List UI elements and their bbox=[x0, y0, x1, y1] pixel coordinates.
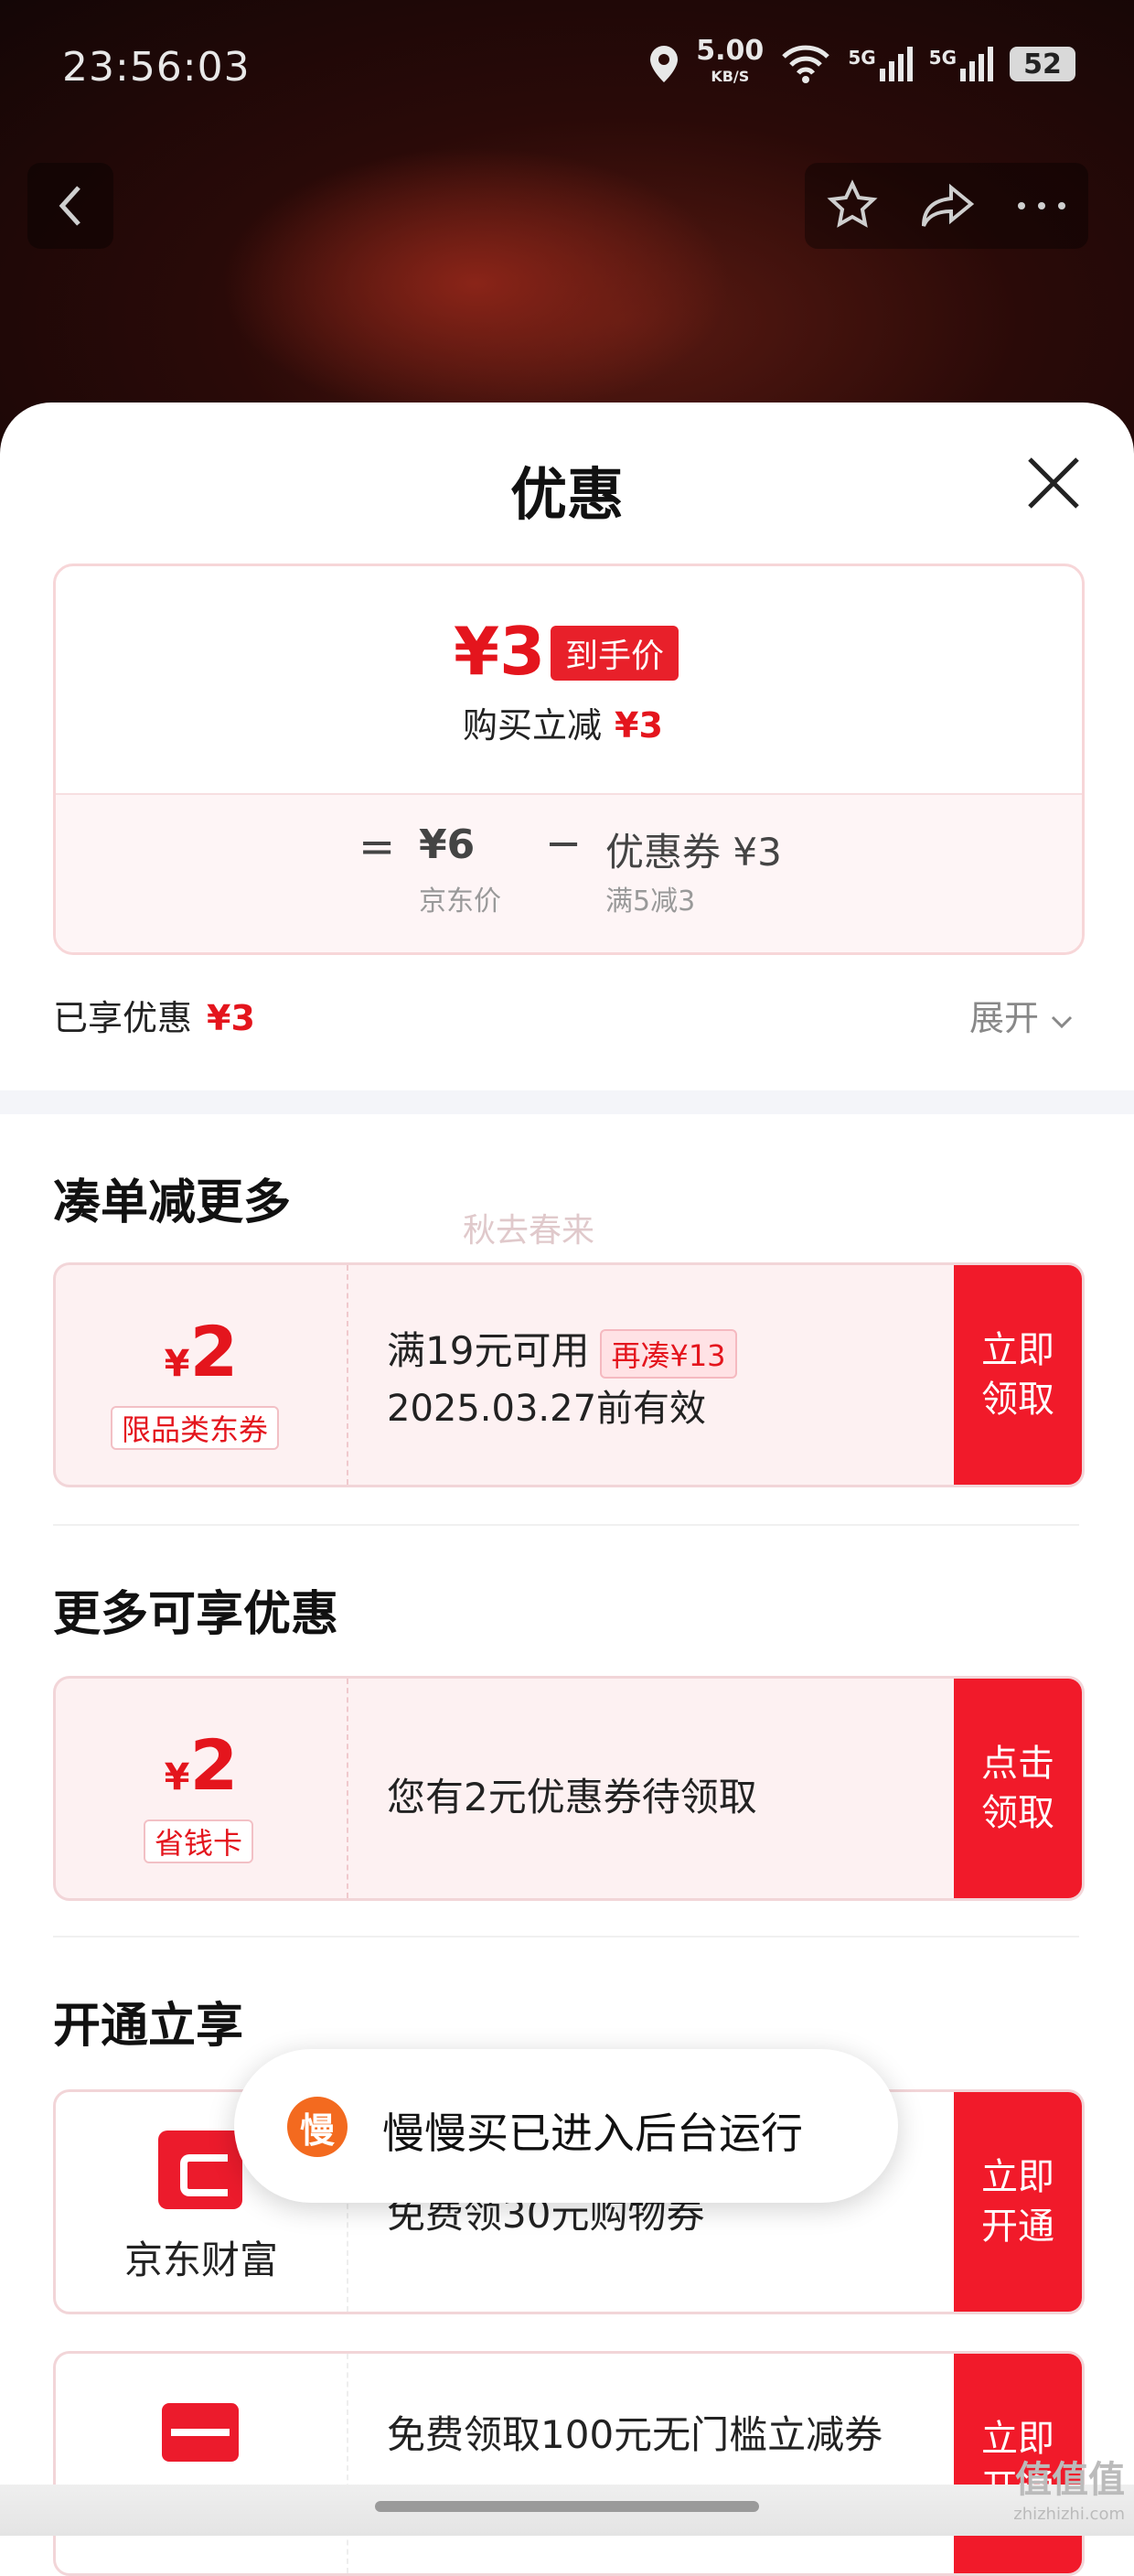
activate-now-button[interactable]: 立即开通 bbox=[954, 2092, 1082, 2312]
signal-icon: 5G bbox=[929, 47, 993, 81]
activate-row-card: 免费领取100元无门槛立减券 立即开通 bbox=[53, 2351, 1085, 2576]
activate-description: 免费领取100元无门槛立减券 bbox=[387, 2412, 883, 2457]
close-icon[interactable] bbox=[1022, 452, 1085, 514]
coupon-type-badge: 限品类东券 bbox=[111, 1406, 280, 1450]
wifi-icon bbox=[782, 45, 830, 83]
section-title-activate: 开通立享 bbox=[53, 1999, 244, 2054]
coupon-price: 优惠券 ¥3 bbox=[605, 830, 782, 875]
minus-sign: − bbox=[545, 818, 583, 869]
jd-finance-name: 京东财富 bbox=[123, 2238, 278, 2282]
toast-message: 慢慢买已进入后台运行 bbox=[382, 2109, 803, 2158]
jd-price-label: 京东价 bbox=[419, 886, 501, 918]
more-icon[interactable] bbox=[1016, 199, 1067, 212]
price-breakdown-card bbox=[53, 564, 1085, 955]
expand-button[interactable]: 展开 bbox=[969, 990, 1074, 1040]
coupon-row-bundle: ¥2 限品类东券 满19元可用 再凑¥13 2025.03.27前有效 立即领取 bbox=[53, 1262, 1085, 1487]
status-time: 23:56:03 bbox=[62, 44, 251, 91]
equals-sign: = bbox=[358, 821, 396, 873]
jd-finance-icon bbox=[158, 2131, 242, 2209]
coupon-amount: ¥2 bbox=[164, 1724, 239, 1806]
net-speed: 5.00 KB/S bbox=[696, 35, 765, 86]
site-watermark: 值值值 zhizhizhi.com bbox=[1013, 2459, 1125, 2524]
credit-card-icon bbox=[162, 2403, 239, 2462]
status-bar: 23:56:03 5.00 KB/S 5G 5G 52 bbox=[0, 0, 1134, 128]
battery-indicator: 52 bbox=[1010, 47, 1075, 81]
chevron-down-icon bbox=[1052, 1015, 1073, 1029]
status-icons: 5.00 KB/S 5G 5G 52 bbox=[648, 37, 1075, 91]
coupon-description: 您有2元优惠券待领取 bbox=[387, 1775, 757, 1819]
share-icon[interactable] bbox=[920, 182, 975, 230]
final-price: ¥3 bbox=[454, 613, 546, 690]
signal-icon: 5G bbox=[848, 47, 913, 81]
coupon-type-badge: 省钱卡 bbox=[144, 1819, 254, 1863]
top-action-group bbox=[805, 163, 1088, 249]
section-divider bbox=[0, 1090, 1134, 1114]
instant-discount: 购买立减 ¥3 bbox=[463, 705, 663, 746]
click-claim-button[interactable]: 点击领取 bbox=[954, 1679, 1082, 1898]
coupon-expiry: 2025.03.27前有效 bbox=[387, 1388, 707, 1430]
jd-price: ¥6 bbox=[419, 821, 476, 868]
divider-line bbox=[53, 1936, 1079, 1937]
location-icon bbox=[650, 46, 679, 82]
coupon-rule: 满5减3 bbox=[605, 886, 696, 918]
watermark-text: 秋去春来 bbox=[463, 1212, 595, 1250]
coupon-condition: 满19元可用 再凑¥13 bbox=[387, 1320, 737, 1379]
back-button[interactable] bbox=[27, 163, 113, 249]
claim-now-button[interactable]: 立即领取 bbox=[954, 1265, 1082, 1485]
coupon-amount: ¥2 bbox=[164, 1311, 239, 1392]
add-more-tag: 再凑¥13 bbox=[600, 1328, 737, 1379]
section-title-bundle: 凑单减更多 bbox=[53, 1175, 292, 1230]
enjoyed-discount: 已享优惠 ¥3 bbox=[53, 998, 255, 1038]
home-indicator[interactable] bbox=[375, 2501, 759, 2512]
app-logo-icon: 慢 bbox=[287, 2097, 348, 2157]
divider-line bbox=[53, 1524, 1079, 1526]
coupon-row-savings-card: ¥2 省钱卡 您有2元优惠券待领取 点击领取 bbox=[53, 1676, 1085, 1901]
star-icon[interactable] bbox=[826, 179, 879, 232]
final-price-tag: 到手价 bbox=[551, 626, 679, 681]
sheet-title: 优惠 bbox=[509, 461, 624, 528]
section-title-more: 更多可享优惠 bbox=[53, 1587, 339, 1642]
chevron-left-icon bbox=[59, 186, 80, 226]
